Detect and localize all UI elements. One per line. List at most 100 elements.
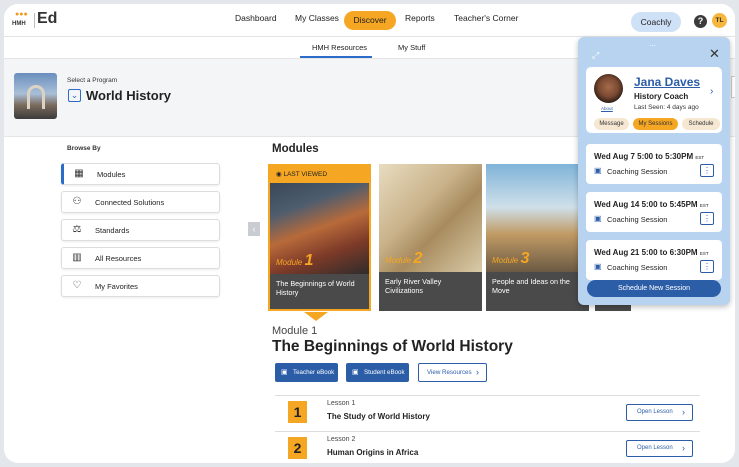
lesson-number: 1 bbox=[288, 401, 307, 423]
kebab-menu-icon[interactable]: ⋮ bbox=[700, 212, 714, 225]
app-window: ●●● HMH Ed Dashboard My Classes Discover… bbox=[4, 4, 735, 463]
browse-item-connected-solutions[interactable]: ⚇ Connected Solutions bbox=[61, 191, 220, 213]
teacher-ebook-button[interactable]: ▣ Teacher eBook bbox=[275, 363, 338, 382]
session-card[interactable]: Wed Aug 21 5:00 to 6:30PM EST ▣ Coaching… bbox=[586, 240, 722, 280]
message-pill[interactable]: Message bbox=[594, 118, 629, 130]
module-number: Module 2 bbox=[385, 250, 423, 267]
chevron-right-icon: › bbox=[476, 367, 479, 377]
session-type: Coaching Session bbox=[607, 167, 668, 176]
button-label: Student eBook bbox=[364, 369, 405, 376]
session-date: Wed Aug 21 5:00 to 6:30PM EST bbox=[594, 248, 709, 257]
coach-last-seen: Last Seen: 4 days ago bbox=[634, 104, 699, 111]
browse-item-standards[interactable]: ⚖ Standards bbox=[61, 219, 220, 241]
chevron-down-icon[interactable]: ⌄ bbox=[68, 89, 81, 102]
book-icon: ▥ bbox=[72, 252, 82, 263]
nodes-icon: ⚇ bbox=[72, 196, 82, 207]
coach-role: History Coach bbox=[634, 92, 689, 101]
browse-item-modules[interactable]: ▦ Modules bbox=[61, 163, 220, 185]
nav-my-classes[interactable]: My Classes bbox=[295, 13, 339, 23]
user-avatar[interactable]: TL bbox=[712, 13, 727, 28]
schedule-new-session-button[interactable]: Schedule New Session bbox=[587, 280, 721, 297]
ebook-icon: ▣ bbox=[281, 369, 288, 376]
last-viewed-badge: ◉ LAST VIEWED bbox=[270, 166, 369, 183]
module-card-3[interactable]: Module 3 People and Ideas on the Move bbox=[486, 164, 589, 311]
module-number: Module 1 bbox=[276, 252, 314, 269]
button-label: View Resources bbox=[427, 369, 472, 376]
module-title: The Beginnings of World History bbox=[276, 279, 355, 297]
program-name[interactable]: World History bbox=[86, 88, 171, 103]
coach-about-link[interactable]: About bbox=[601, 106, 613, 111]
browse-item-label: My Favorites bbox=[95, 282, 138, 291]
side-drawer-handle[interactable] bbox=[731, 76, 735, 98]
session-date: Wed Aug 7 5:00 to 5:30PM EST bbox=[594, 152, 705, 161]
chevron-right-icon[interactable]: › bbox=[710, 86, 713, 97]
browse-item-all-resources[interactable]: ▥ All Resources bbox=[61, 247, 220, 269]
student-ebook-button[interactable]: ▣ Student eBook bbox=[346, 363, 409, 382]
coachly-panel: ⤢ ⋯ ✕ About Jana Daves History Coach Las… bbox=[578, 37, 730, 305]
select-program-label: Select a Program bbox=[67, 77, 118, 84]
session-type: Coaching Session bbox=[607, 215, 668, 224]
app-title: Ed bbox=[37, 10, 58, 27]
tab-my-stuff[interactable]: My Stuff bbox=[398, 43, 425, 52]
browse-item-my-favorites[interactable]: ♡ My Favorites bbox=[61, 275, 220, 297]
tab-hmh-resources[interactable]: HMH Resources bbox=[312, 43, 367, 52]
calendar-icon: ▣ bbox=[594, 214, 602, 223]
lesson-row: 2 Lesson 2 Human Origins in Africa Open … bbox=[275, 431, 700, 463]
coach-photo bbox=[594, 74, 623, 103]
logo-divider bbox=[34, 13, 35, 28]
nav-reports[interactable]: Reports bbox=[405, 13, 435, 23]
nav-discover[interactable]: Discover bbox=[344, 11, 396, 30]
button-label: Open Lesson bbox=[637, 409, 673, 415]
module-title: Early River Valley Civilizations bbox=[385, 277, 442, 295]
my-sessions-pill[interactable]: My Sessions bbox=[633, 118, 678, 130]
program-thumbnail bbox=[14, 73, 57, 119]
kebab-menu-icon[interactable]: ⋮ bbox=[700, 260, 714, 273]
session-date: Wed Aug 14 5:00 to 5:45PM EST bbox=[594, 200, 709, 209]
session-type: Coaching Session bbox=[607, 263, 668, 272]
lesson-title: The Study of World History bbox=[327, 412, 430, 421]
last-viewed-text: LAST VIEWED bbox=[283, 171, 328, 178]
modules-heading: Modules bbox=[272, 143, 319, 155]
coach-name-link[interactable]: Jana Daves bbox=[634, 75, 700, 89]
logo-text: HMH bbox=[12, 21, 26, 27]
browse-item-label: Connected Solutions bbox=[95, 198, 165, 207]
session-card[interactable]: Wed Aug 14 5:00 to 5:45PM EST ▣ Coaching… bbox=[586, 192, 722, 232]
expand-icon[interactable]: ⤢ bbox=[592, 50, 599, 61]
logo-dots-icon: ●●● bbox=[15, 11, 28, 18]
module-number: Module 3 bbox=[492, 250, 530, 267]
nav-dashboard[interactable]: Dashboard bbox=[235, 13, 277, 23]
help-icon[interactable]: ? bbox=[694, 15, 707, 28]
module-card-1[interactable]: ◉ LAST VIEWED Module 1 The Beginnings of… bbox=[268, 164, 371, 311]
carousel-prev-button[interactable]: ‹ bbox=[248, 222, 260, 236]
button-label: Open Lesson bbox=[637, 445, 673, 451]
heart-icon: ♡ bbox=[72, 280, 82, 291]
view-resources-button[interactable]: View Resources › bbox=[418, 363, 487, 382]
drag-handle-icon[interactable]: ⋯ bbox=[649, 42, 657, 50]
ebook-icon: ▣ bbox=[352, 369, 359, 376]
nav-teachers-corner[interactable]: Teacher's Corner bbox=[454, 13, 518, 23]
browse-item-label: Modules bbox=[97, 170, 126, 179]
hmh-logo[interactable]: ●●● HMH bbox=[12, 10, 34, 32]
browse-item-label: All Resources bbox=[95, 254, 142, 263]
selected-module-number: Module 1 bbox=[272, 325, 318, 337]
calendar-icon: ▣ bbox=[594, 262, 602, 271]
lesson-row: 1 Lesson 1 The Study of World History Op… bbox=[275, 395, 700, 429]
browse-by-label: Browse By bbox=[67, 145, 101, 152]
selected-module-pointer bbox=[304, 312, 328, 321]
coach-card: About Jana Daves History Coach Last Seen… bbox=[586, 67, 722, 133]
grid-icon: ▦ bbox=[74, 168, 84, 179]
kebab-menu-icon[interactable]: ⋮ bbox=[700, 164, 714, 177]
session-card[interactable]: Wed Aug 7 5:00 to 5:30PM EST ▣ Coaching … bbox=[586, 144, 722, 184]
close-icon[interactable]: ✕ bbox=[709, 46, 720, 62]
active-tab-underline bbox=[300, 56, 372, 58]
module-card-2[interactable]: Module 2 Early River Valley Civilization… bbox=[379, 164, 482, 311]
coachly-button[interactable]: Coachly bbox=[631, 12, 681, 32]
lesson-number: 2 bbox=[288, 437, 307, 459]
chevron-right-icon: › bbox=[682, 407, 685, 417]
button-label: Teacher eBook bbox=[293, 369, 335, 376]
top-nav-bar: ●●● HMH Ed Dashboard My Classes Discover… bbox=[4, 4, 735, 37]
schedule-pill[interactable]: Schedule bbox=[682, 118, 720, 130]
open-lesson-button[interactable]: Open Lesson › bbox=[626, 404, 693, 421]
lesson-label: Lesson 1 bbox=[327, 400, 356, 407]
open-lesson-button[interactable]: Open Lesson › bbox=[626, 440, 693, 457]
